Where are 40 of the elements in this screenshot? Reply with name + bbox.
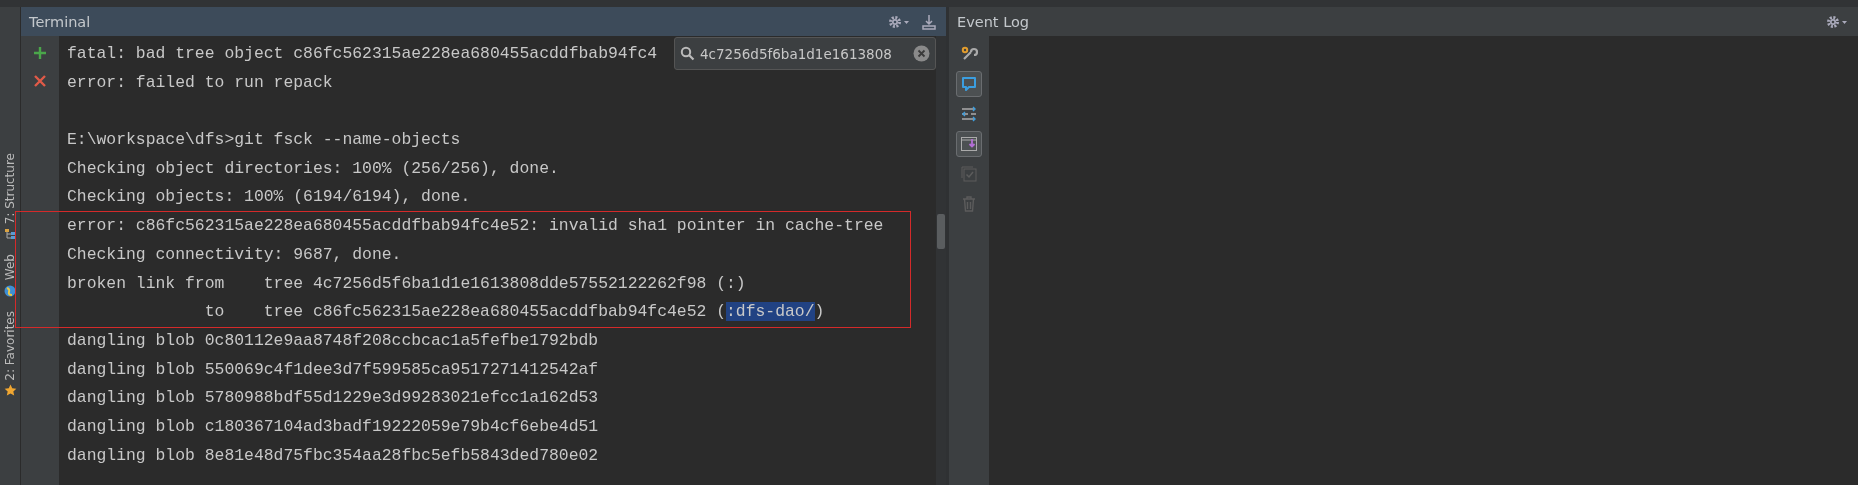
output-line: Checking connectivity: 9687, done. (67, 244, 402, 264)
trash-icon (960, 195, 978, 213)
output-line: error: failed to run repack (67, 72, 333, 92)
structure-icon (4, 228, 16, 241)
search-field[interactable]: 4c7256d5f6ba1d1e1613808 (674, 37, 936, 70)
chat-icon (960, 75, 978, 93)
selected-text: :dfs-dao/ (726, 302, 815, 322)
side-tab[interactable]: Web (3, 254, 17, 297)
scroll-to-end-icon (960, 135, 978, 153)
output-line: dangling blob 0c80112e9aa8748f208ccbcac1a5fefbe1792bdb (67, 330, 599, 350)
globe-icon (4, 284, 16, 297)
panel-title: Event Log (957, 13, 1030, 30)
side-tab[interactable]: 7: Structure (3, 153, 17, 241)
output-line: dangling blob 550069c4f1dee3d7f599585ca9517271412542af (67, 359, 599, 379)
output-line: broken link from tree 4c7256d5f6ba1d1e1613808dde57552122262f98 (:) (67, 273, 746, 293)
side-tab[interactable]: 2: Favorites (3, 310, 17, 398)
search-icon (680, 46, 695, 61)
output-line: Checking objects: 100% (6194/6194), done. (67, 187, 471, 207)
output-line: error: c86fc562315ae228ea680455acddfbab94fc4e52: invalid sha1 pointer in cache-tree (67, 216, 884, 236)
checkbox-icon (960, 165, 978, 183)
output-line: ) (814, 302, 825, 322)
output-line: E:\workspace\dfs>git fsck --name-objects (67, 130, 461, 150)
output-line: fatal: bad tree object c86fc562315ae228ea680455acddfbab94fc4 (67, 44, 658, 63)
wrap-icon (960, 105, 978, 123)
output-line: to tree c86fc562315ae228ea680455acddfbab94fc4e52 ( (203, 302, 726, 322)
output-line: dangling blob c180367104ad3badf19222059e79b4cf6ebe4d51 (67, 416, 599, 436)
settings-icon[interactable] (1826, 14, 1848, 29)
add-icon[interactable] (33, 46, 47, 60)
close-icon[interactable] (33, 74, 47, 88)
output-line: dangling blob 5780988bdf55d1229e3d99283021efcc1a162d53 (67, 388, 599, 408)
output-line: dangling blob 8e81e48d75fbc354aa28fbc5efb5843ded780e02 (67, 445, 599, 465)
hide-icon[interactable] (922, 13, 936, 30)
clear-icon[interactable] (913, 45, 930, 62)
panel-title: Terminal (29, 13, 91, 30)
output-line: Checking object directories: 100% (256/256), done. (67, 158, 559, 178)
star-icon (3, 384, 17, 398)
toolbar-button[interactable] (956, 71, 982, 97)
settings-icon[interactable] (888, 14, 910, 29)
scrollbar-thumb[interactable] (937, 214, 945, 249)
toolbar-button[interactable] (956, 131, 982, 157)
